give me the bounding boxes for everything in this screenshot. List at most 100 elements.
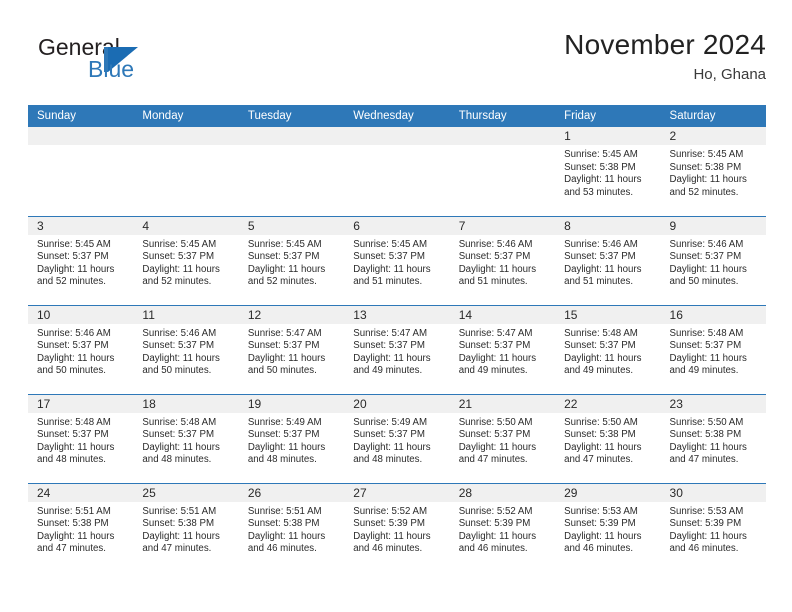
sun-times-detail: Sunrise: 5:45 AM Sunset: 5:37 PM Dayligh…	[37, 238, 115, 288]
day-number: 27	[344, 483, 450, 502]
day-cell-inner	[449, 127, 556, 216]
calendar-day-cell[interactable]: 15 Sunrise: 5:48 AM Sunset: 5:37 PM Dayli…	[555, 305, 661, 395]
calendar-day-cell[interactable]: 8 Sunrise: 5:46 AM Sunset: 5:37 PM Daylig…	[555, 216, 661, 306]
day-number: 6	[344, 216, 450, 235]
sun-times-detail: Sunrise: 5:48 AM Sunset: 5:37 PM Dayligh…	[37, 416, 115, 466]
calendar-day-cell[interactable]: 3 Sunrise: 5:45 AM Sunset: 5:37 PM Daylig…	[28, 216, 134, 306]
day-cell-inner: 30 Sunrise: 5:53 AM Sunset: 5:39 PM Dayli…	[660, 483, 766, 573]
day-cell-inner: 28 Sunrise: 5:52 AM Sunset: 5:39 PM Dayli…	[449, 483, 556, 573]
calendar-day-cell[interactable]: 7 Sunrise: 5:46 AM Sunset: 5:37 PM Daylig…	[449, 216, 556, 306]
sun-times-detail: Sunrise: 5:45 AM Sunset: 5:37 PM Dayligh…	[142, 238, 220, 288]
sun-times-detail: Sunrise: 5:46 AM Sunset: 5:37 PM Dayligh…	[458, 238, 537, 288]
calendar-day-cell[interactable]: 25 Sunrise: 5:51 AM Sunset: 5:38 PM Dayli…	[133, 483, 239, 572]
calendar-day-cell[interactable]: 30 Sunrise: 5:53 AM Sunset: 5:39 PM Dayli…	[660, 483, 766, 573]
day-number: 16	[660, 305, 766, 324]
day-cell-inner: 8 Sunrise: 5:46 AM Sunset: 5:37 PM Daylig…	[555, 216, 661, 305]
sun-times-detail: Sunrise: 5:45 AM Sunset: 5:37 PM Dayligh…	[353, 238, 431, 288]
calendar-day-cell[interactable]: 23 Sunrise: 5:50 AM Sunset: 5:38 PM Dayli…	[660, 394, 766, 484]
weekday-header-friday: Friday	[555, 105, 661, 127]
calendar-day-cell[interactable]: 12 Sunrise: 5:47 AM Sunset: 5:37 PM Dayli…	[238, 305, 345, 395]
location-subtitle: Ho, Ghana	[693, 66, 766, 83]
day-number: 1	[555, 127, 661, 145]
calendar-day-cell[interactable]: 13 Sunrise: 5:47 AM Sunset: 5:37 PM Dayli…	[344, 305, 450, 395]
page-title: November 2024	[564, 29, 766, 60]
sun-times-detail: Sunrise: 5:45 AM Sunset: 5:38 PM Dayligh…	[564, 149, 642, 198]
calendar-day-cell[interactable]: 20 Sunrise: 5:49 AM Sunset: 5:37 PM Dayli…	[344, 394, 450, 484]
sun-times-detail: Sunrise: 5:48 AM Sunset: 5:37 PM Dayligh…	[669, 327, 747, 377]
day-number: 25	[133, 483, 239, 502]
calendar-day-cell[interactable]: 28 Sunrise: 5:52 AM Sunset: 5:39 PM Dayli…	[449, 483, 556, 573]
day-cell-inner	[133, 127, 239, 216]
day-cell-inner: 22 Sunrise: 5:50 AM Sunset: 5:38 PM Dayli…	[555, 394, 661, 483]
sun-times-detail	[133, 145, 238, 149]
day-number	[344, 127, 450, 145]
sun-times-detail: Sunrise: 5:45 AM Sunset: 5:37 PM Dayligh…	[247, 238, 326, 288]
day-number: 11	[133, 305, 239, 324]
sun-times-detail: Sunrise: 5:48 AM Sunset: 5:37 PM Dayligh…	[564, 327, 642, 377]
calendar-day-cell[interactable]: 18 Sunrise: 5:48 AM Sunset: 5:37 PM Dayli…	[133, 394, 239, 484]
calendar-day-cell[interactable]: 19 Sunrise: 5:49 AM Sunset: 5:37 PM Dayli…	[238, 394, 345, 484]
day-cell-inner	[28, 127, 134, 216]
sun-times-detail: Sunrise: 5:47 AM Sunset: 5:37 PM Dayligh…	[353, 327, 431, 377]
calendar-day-cell[interactable]: 6 Sunrise: 5:45 AM Sunset: 5:37 PM Daylig…	[344, 216, 450, 306]
day-cell-inner: 18 Sunrise: 5:48 AM Sunset: 5:37 PM Dayli…	[133, 394, 239, 483]
sun-times-detail: Sunrise: 5:51 AM Sunset: 5:38 PM Dayligh…	[37, 505, 115, 555]
calendar-day-cell[interactable]: 16 Sunrise: 5:48 AM Sunset: 5:37 PM Dayli…	[660, 305, 766, 395]
calendar-day-cell[interactable]: 29 Sunrise: 5:53 AM Sunset: 5:39 PM Dayli…	[555, 483, 661, 572]
day-cell-inner: 7 Sunrise: 5:46 AM Sunset: 5:37 PM Daylig…	[449, 216, 556, 305]
day-cell-inner: 6 Sunrise: 5:45 AM Sunset: 5:37 PM Daylig…	[344, 216, 450, 305]
sun-times-detail: Sunrise: 5:53 AM Sunset: 5:39 PM Dayligh…	[669, 505, 747, 555]
day-number: 14	[449, 305, 556, 324]
calendar-page: General Blue November 2024 Ho, Ghana Sun…	[0, 0, 792, 612]
day-number: 30	[660, 483, 766, 502]
sun-times-detail: Sunrise: 5:53 AM Sunset: 5:39 PM Dayligh…	[564, 505, 642, 555]
day-cell-inner: 19 Sunrise: 5:49 AM Sunset: 5:37 PM Dayli…	[238, 394, 345, 483]
calendar-day-cell[interactable]: 11 Sunrise: 5:46 AM Sunset: 5:37 PM Dayli…	[133, 305, 239, 395]
calendar-day-cell-empty	[238, 127, 345, 217]
calendar-day-cell[interactable]: 22 Sunrise: 5:50 AM Sunset: 5:38 PM Dayli…	[555, 394, 661, 484]
calendar-day-cell[interactable]: 10 Sunrise: 5:46 AM Sunset: 5:37 PM Dayli…	[28, 305, 134, 395]
sun-times-detail: Sunrise: 5:50 AM Sunset: 5:38 PM Dayligh…	[564, 416, 642, 466]
sun-times-detail: Sunrise: 5:50 AM Sunset: 5:37 PM Dayligh…	[458, 416, 537, 466]
day-cell-inner: 16 Sunrise: 5:48 AM Sunset: 5:37 PM Dayli…	[660, 305, 766, 394]
calendar-day-cell[interactable]: 9 Sunrise: 5:46 AM Sunset: 5:37 PM Daylig…	[660, 216, 766, 306]
weekday-header-saturday: Saturday	[660, 105, 766, 127]
sun-times-detail	[344, 145, 449, 149]
calendar-day-cell-empty	[449, 127, 556, 217]
calendar-day-cell[interactable]: 5 Sunrise: 5:45 AM Sunset: 5:37 PM Daylig…	[238, 216, 345, 306]
day-cell-inner: 5 Sunrise: 5:45 AM Sunset: 5:37 PM Daylig…	[238, 216, 345, 305]
calendar-header-row: Sunday Monday Tuesday Wednesday Thursday Frid…	[28, 105, 766, 127]
sun-times-detail: Sunrise: 5:46 AM Sunset: 5:37 PM Dayligh…	[37, 327, 115, 377]
calendar-day-cell[interactable]: 26 Sunrise: 5:51 AM Sunset: 5:38 PM Dayli…	[238, 483, 345, 572]
calendar-body: 1 Sunrise: 5:45 AM Sunset: 5:38 PM Daylig…	[28, 127, 766, 572]
day-number: 13	[344, 305, 450, 324]
sun-times-detail: Sunrise: 5:49 AM Sunset: 5:37 PM Dayligh…	[247, 416, 326, 466]
day-number: 26	[238, 483, 345, 502]
day-cell-inner: 17 Sunrise: 5:48 AM Sunset: 5:37 PM Dayli…	[28, 394, 134, 483]
logo-text-blue: Blue	[88, 56, 135, 82]
day-number: 8	[555, 216, 661, 235]
sun-times-detail	[450, 145, 555, 149]
sun-times-detail: Sunrise: 5:46 AM Sunset: 5:37 PM Dayligh…	[142, 327, 220, 377]
calendar-day-cell[interactable]: 2 Sunrise: 5:45 AM Sunset: 5:38 PM Daylig…	[660, 127, 766, 217]
general-blue-logo[interactable]: General Blue	[28, 34, 258, 90]
day-cell-inner: 2 Sunrise: 5:45 AM Sunset: 5:38 PM Daylig…	[660, 127, 766, 216]
calendar-day-cell[interactable]: 27 Sunrise: 5:52 AM Sunset: 5:39 PM Dayli…	[344, 483, 450, 572]
sun-times-detail: Sunrise: 5:46 AM Sunset: 5:37 PM Dayligh…	[564, 238, 642, 288]
calendar-day-cell-empty	[133, 127, 239, 217]
day-number: 23	[660, 394, 766, 413]
day-cell-inner: 13 Sunrise: 5:47 AM Sunset: 5:37 PM Dayli…	[344, 305, 450, 394]
calendar-day-cell[interactable]: 21 Sunrise: 5:50 AM Sunset: 5:37 PM Dayli…	[449, 394, 556, 484]
day-cell-inner: 9 Sunrise: 5:46 AM Sunset: 5:37 PM Daylig…	[660, 216, 766, 305]
calendar-day-cell[interactable]: 1 Sunrise: 5:45 AM Sunset: 5:38 PM Daylig…	[555, 127, 661, 217]
day-number: 15	[555, 305, 661, 324]
weekday-header-tuesday: Tuesday	[238, 105, 345, 127]
sun-times-detail: Sunrise: 5:52 AM Sunset: 5:39 PM Dayligh…	[458, 505, 537, 555]
calendar-day-cell[interactable]: 4 Sunrise: 5:45 AM Sunset: 5:37 PM Daylig…	[133, 216, 239, 306]
calendar-day-cell[interactable]: 14 Sunrise: 5:47 AM Sunset: 5:37 PM Dayli…	[449, 305, 556, 395]
calendar-day-cell[interactable]: 17 Sunrise: 5:48 AM Sunset: 5:37 PM Dayli…	[28, 394, 134, 484]
day-number: 18	[133, 394, 239, 413]
sun-times-detail: Sunrise: 5:48 AM Sunset: 5:37 PM Dayligh…	[142, 416, 220, 466]
calendar-day-cell[interactable]: 24 Sunrise: 5:51 AM Sunset: 5:38 PM Dayli…	[28, 483, 134, 572]
day-cell-inner: 1 Sunrise: 5:45 AM Sunset: 5:38 PM Daylig…	[555, 127, 661, 216]
